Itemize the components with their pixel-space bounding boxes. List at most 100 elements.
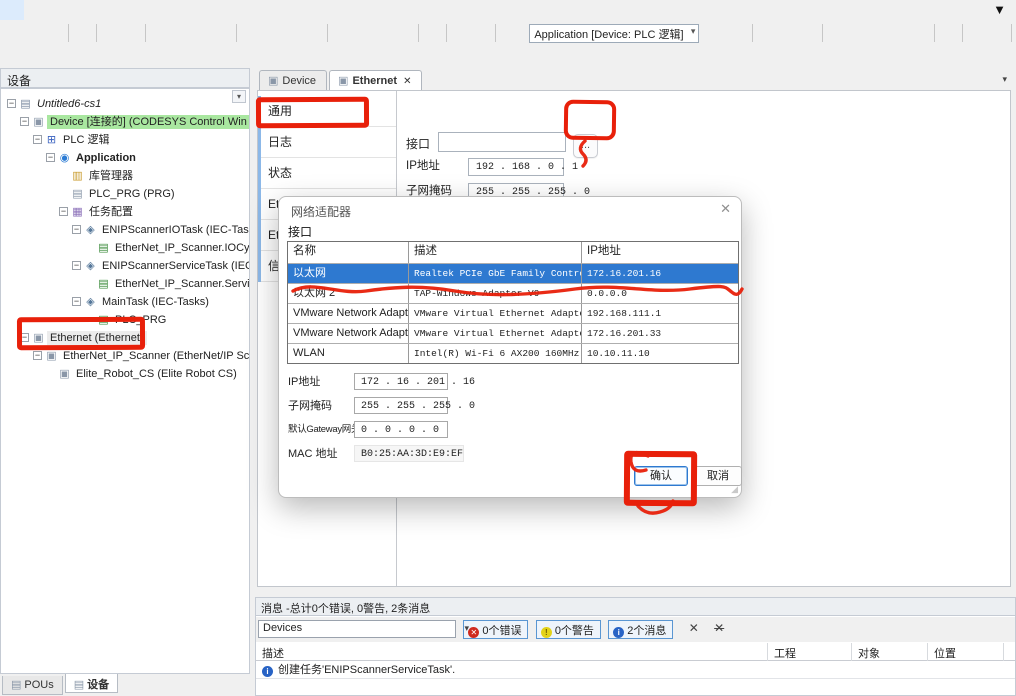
separator[interactable]: [327, 24, 328, 42]
step-into-icon[interactable]: [847, 23, 868, 44]
paste-icon[interactable]: [191, 23, 212, 44]
resize-grip[interactable]: ◢: [731, 484, 738, 495]
separator[interactable]: [934, 24, 935, 42]
expand-toggle-icon[interactable]: −: [33, 135, 42, 144]
menu-item[interactable]: [0, 0, 24, 20]
grid-dropdown-icon[interactable]: [450, 23, 471, 44]
bookmark-prev-icon[interactable]: [352, 23, 373, 44]
warnings-filter-button[interactable]: !0个警告: [536, 620, 601, 639]
editor-side-tab[interactable]: 通用: [258, 96, 396, 127]
bookmark-clear-icon[interactable]: [394, 23, 415, 44]
step-out-icon[interactable]: [868, 23, 889, 44]
separator[interactable]: [446, 24, 447, 42]
expand-toggle-icon[interactable]: −: [7, 99, 16, 108]
print-icon[interactable]: [72, 23, 93, 44]
interface-input[interactable]: [438, 132, 566, 152]
messages-filter-button[interactable]: i2个消息: [608, 620, 673, 639]
tree-item[interactable]: −▣EtherNet_IP_Scanner (EtherNet/IP Scann…: [1, 347, 250, 365]
tree-item[interactable]: −▣Elite_Robot_CS (Elite Robot CS): [1, 365, 250, 383]
tree-item[interactable]: −◈ENIPScannerIOTask (IEC-Tasks): [1, 221, 250, 239]
redo-icon[interactable]: [121, 23, 142, 44]
separator[interactable]: [495, 24, 496, 42]
editor-side-tab[interactable]: 日志: [258, 127, 396, 158]
menu-item[interactable]: [168, 0, 192, 20]
tree-item[interactable]: −▦任务配置: [1, 203, 250, 221]
undo-icon[interactable]: [100, 23, 121, 44]
WLAN[interactable]: WLANIntel(R) Wi-Fi 6 AX200 160MHz10.10.1…: [288, 343, 738, 363]
expand-toggle-icon[interactable]: −: [72, 225, 81, 234]
stop-icon[interactable]: [777, 23, 798, 44]
replace-in-project-icon[interactable]: [303, 23, 324, 44]
close-icon[interactable]: ✕: [720, 201, 731, 217]
separator[interactable]: [418, 24, 419, 42]
top-right-dropdown-icon[interactable]: ▼: [993, 2, 1006, 17]
tree-item[interactable]: −◉Application: [1, 149, 250, 167]
separator[interactable]: [68, 24, 69, 42]
start-icon[interactable]: [756, 23, 777, 44]
separator[interactable]: [962, 24, 963, 42]
clear-message-icon[interactable]: ✕: [689, 620, 699, 635]
message-category-combo[interactable]: Devices ▾: [258, 620, 456, 638]
find-in-project-icon[interactable]: [282, 23, 303, 44]
tree-item[interactable]: −▤EtherNet_IP_Scanner.ServiceCycle: [1, 275, 250, 293]
editor-tab[interactable]: ▣Device: [259, 70, 327, 90]
tree-item[interactable]: −▣Ethernet (Ethernet): [1, 329, 250, 347]
breakpoint-tools-icon[interactable]: [798, 23, 819, 44]
copy-icon[interactable]: [170, 23, 191, 44]
close-icon[interactable]: ✕: [403, 76, 411, 87]
tree-item[interactable]: −▣Device [连接的] (CODESYS Control Win V3 x…: [1, 113, 250, 131]
expand-toggle-icon[interactable]: −: [20, 333, 29, 342]
window-layout-icon[interactable]: [422, 23, 443, 44]
expand-toggle-icon[interactable]: −: [72, 297, 81, 306]
interface-browse-button[interactable]: ...: [573, 134, 598, 158]
tree-item[interactable]: −◈ENIPScannerServiceTask (IEC-Tasks): [1, 257, 250, 275]
separator[interactable]: [822, 24, 823, 42]
separator[interactable]: [145, 24, 146, 42]
menu-item[interactable]: [24, 0, 48, 20]
tree-item[interactable]: −▤PLC_PRG: [1, 311, 250, 329]
run-to-cursor-icon[interactable]: [889, 23, 910, 44]
save-icon[interactable]: [44, 23, 65, 44]
login-icon[interactable]: [707, 23, 728, 44]
tree-item[interactable]: −▤EtherNet_IP_Scanner.IOCycle: [1, 239, 250, 257]
expand-toggle-icon[interactable]: −: [20, 117, 29, 126]
expand-toggle-icon[interactable]: −: [46, 153, 55, 162]
open-file-icon[interactable]: [23, 23, 44, 44]
tree-item[interactable]: −⊞PLC 逻辑: [1, 131, 250, 149]
expand-toggle-icon[interactable]: −: [59, 207, 68, 216]
tree-item[interactable]: −▤Untitled6-cs1: [1, 95, 250, 113]
menu-item[interactable]: [192, 0, 216, 20]
quick-replace-icon[interactable]: [261, 23, 282, 44]
tree-item[interactable]: −▥库管理器: [1, 167, 250, 185]
find-icon[interactable]: [240, 23, 261, 44]
menu-item[interactable]: [216, 0, 240, 20]
editor-tab[interactable]: ▣Ethernet✕: [329, 70, 422, 90]
new-file-icon[interactable]: [2, 23, 23, 44]
menu-item[interactable]: [144, 0, 168, 20]
separator[interactable]: [1011, 24, 1012, 42]
clear-all-messages-icon[interactable]: ✕: [714, 620, 724, 635]
expand-toggle-icon[interactable]: −: [72, 261, 81, 270]
force-values-icon[interactable]: [966, 23, 987, 44]
new-object-icon[interactable]: [471, 23, 492, 44]
delete-icon[interactable]: [212, 23, 233, 44]
menu-item[interactable]: [120, 0, 144, 20]
reset-icon[interactable]: [910, 23, 931, 44]
errors-filter-button[interactable]: ✕0个错误: [463, 620, 528, 639]
panel-bottom-tab[interactable]: ▤设备: [65, 674, 118, 693]
menu-item[interactable]: [96, 0, 120, 20]
flow-control-icon[interactable]: [938, 23, 959, 44]
cancel-button[interactable]: 取消: [694, 466, 742, 486]
write-values-icon[interactable]: [987, 23, 1008, 44]
VMware Network Adapter VMnet1[interactable]: VMware Network Adapter VMnet1VMware Virt…: [288, 303, 738, 323]
tab-overflow-dropdown-icon[interactable]: ▾: [1002, 74, 1007, 85]
confirm-button[interactable]: 确认: [634, 466, 688, 486]
logout-icon[interactable]: [728, 23, 749, 44]
tree-item[interactable]: −▤PLC_PRG (PRG): [1, 185, 250, 203]
menu-item[interactable]: [48, 0, 72, 20]
VMware Network Adapter VMnet8[interactable]: VMware Network Adapter VMnet8VMware Virt…: [288, 323, 738, 343]
tree-item[interactable]: −◈MainTask (IEC-Tasks): [1, 293, 250, 311]
panel-bottom-tab[interactable]: ▤POUs: [2, 676, 63, 695]
field-value[interactable]: 192 . 168 . 0 . 1: [468, 158, 564, 176]
expand-toggle-icon[interactable]: −: [33, 351, 42, 360]
